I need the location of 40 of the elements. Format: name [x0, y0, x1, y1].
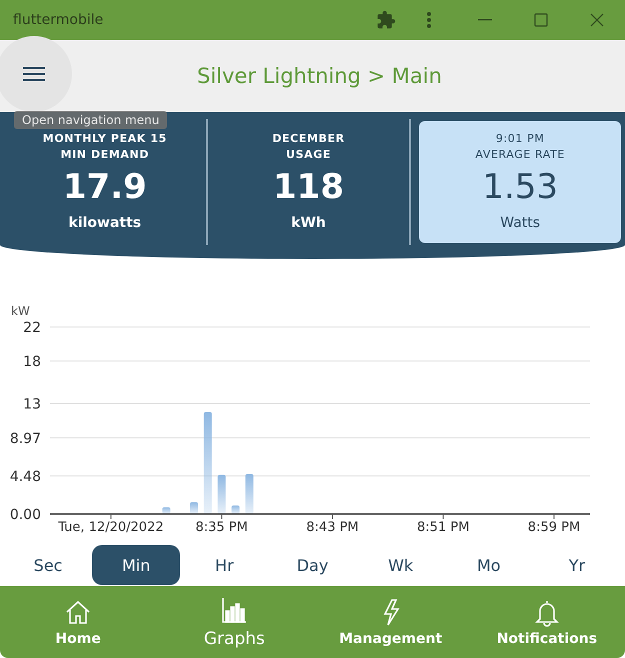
stat-heading: DECEMBER — [272, 130, 345, 147]
stat-heading: 9:01 PM — [496, 130, 544, 147]
y-tick-label: 22 — [23, 320, 41, 336]
stat-heading: MONTHLY PEAK 15 — [42, 130, 167, 147]
bar — [245, 474, 254, 514]
stat-value: 118 — [273, 166, 344, 207]
app-title: Silver Lightning > Main — [197, 64, 442, 88]
period-tab[interactable]: Min — [92, 545, 180, 586]
menu-icon — [23, 66, 45, 82]
x-tick-label: 8:35 PM — [196, 520, 248, 536]
stat-unit: kWh — [291, 214, 326, 231]
period-tab[interactable]: Day — [268, 545, 356, 586]
stat-card[interactable]: 9:01 PM AVERAGE RATE 1.53 Watts — [419, 120, 622, 243]
stat-unit: Watts — [500, 214, 540, 231]
stat-heading: USAGE — [286, 146, 331, 163]
y-tick-label: 0.00 — [10, 507, 41, 524]
y-axis-label: kW — [11, 304, 30, 318]
stat-heading: AVERAGE RATE — [475, 146, 565, 163]
period-tab[interactable]: Wk — [356, 545, 445, 586]
y-tick-label: 13 — [23, 396, 41, 413]
stat-unit: kilowatts — [68, 214, 142, 231]
window-title: fluttermobile — [13, 12, 104, 28]
y-tick-label: 18 — [23, 354, 41, 370]
x-tick-label: Tue, 12/20/2022 — [58, 520, 164, 536]
x-tick-label: 8:59 PM — [528, 520, 580, 536]
stat-card[interactable]: DECEMBER USAGE 118 kWh — [208, 120, 410, 243]
period-tab[interactable]: Yr — [532, 545, 621, 586]
x-tick-label: 8:51 PM — [417, 520, 470, 536]
y-tick-label: 8.97 — [10, 431, 41, 448]
stat-value: 1.53 — [482, 166, 558, 207]
period-tab[interactable]: Mo — [444, 545, 533, 586]
x-tick-label: 8:43 PM — [306, 520, 359, 536]
y-tick-label: 4.48 — [10, 469, 41, 486]
stat-value: 17.9 — [62, 166, 147, 207]
bar — [190, 502, 198, 514]
bar — [218, 475, 226, 514]
period-tab[interactable]: Sec — [4, 545, 92, 586]
period-tab[interactable]: Hr — [180, 545, 268, 586]
tooltip: Open navigation menu — [14, 111, 168, 129]
stat-heading: MIN DEMAND — [60, 146, 150, 163]
